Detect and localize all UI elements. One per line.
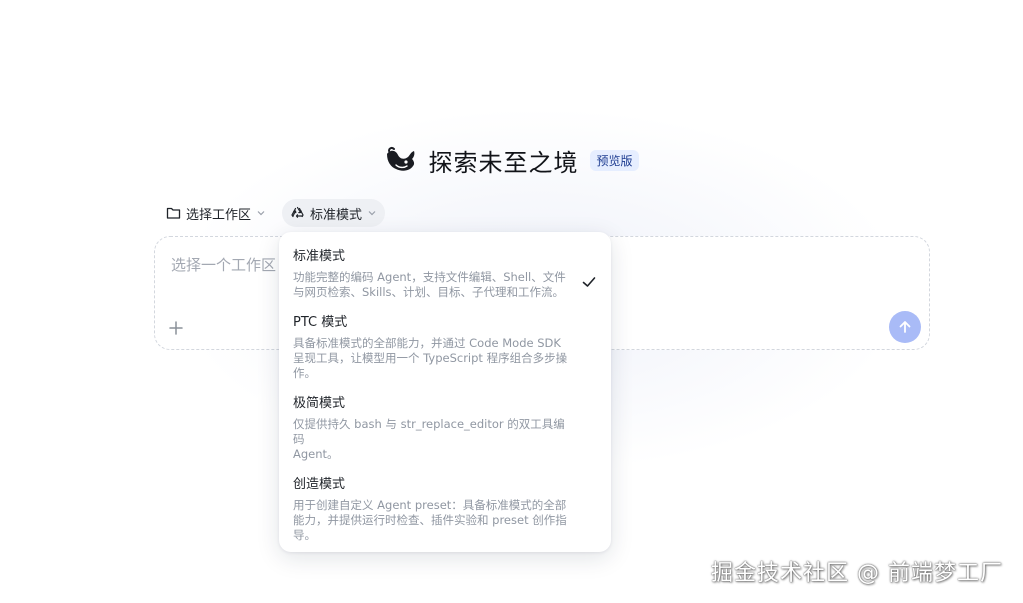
chevron-down-icon: [368, 211, 376, 216]
mode-option-name: PTC 模式: [293, 315, 348, 330]
desc-line: 呈现工具，让模型用一个 TypeScript 程序组合多步操: [293, 351, 568, 365]
mode-option-minimal[interactable]: 极简模式 仅提供持久 bash 与 str_replace_editor 的双工…: [279, 391, 611, 472]
desc-line: 作。: [293, 366, 316, 380]
mode-option-create[interactable]: 创造模式 用于创建自定义 Agent preset：具备标准模式的全部 能力，并…: [279, 472, 611, 553]
mode-option-ptc[interactable]: PTC 模式 具备标准模式的全部能力，并通过 Code Mode SDK 呈现工…: [279, 310, 611, 391]
send-button[interactable]: [889, 311, 921, 343]
preview-badge: 预览版: [590, 149, 639, 171]
folder-icon: [166, 207, 181, 219]
mode-option-name: 创造模式: [293, 477, 346, 492]
desc-line: 用于创建自定义 Agent preset：具备标准模式的全部: [293, 498, 567, 512]
desc-line: 具备标准模式的全部能力，并通过 Code Mode SDK: [293, 336, 561, 350]
hero-header: 探索未至之境 预览版: [0, 140, 1023, 180]
mode-option-desc: 用于创建自定义 Agent preset：具备标准模式的全部 能力，并提供运行时…: [293, 498, 571, 543]
mode-option-name: 标准模式: [293, 249, 346, 264]
mode-option-desc: 功能完整的编码 Agent，支持文件编辑、Shell、文件 与网页检索、Skil…: [293, 270, 571, 300]
app-page: 探索未至之境 预览版 选择工作区 标准模式 选择一个工作区 标准模式 功能完整的…: [0, 0, 1023, 603]
desc-line: 功能完整的编码 Agent，支持文件编辑、Shell、文件: [293, 270, 566, 284]
mode-dropdown-menu: 标准模式 功能完整的编码 Agent，支持文件编辑、Shell、文件 与网页检索…: [279, 232, 611, 552]
desc-line: 仅提供持久 bash 与 str_replace_editor 的双工具编码: [293, 417, 565, 446]
workspace-label: 选择工作区: [186, 207, 252, 223]
desc-line: 与网页检索、Skills、计划、目标、子代理和工作流。: [293, 285, 565, 299]
page-title: 探索未至之境: [428, 148, 579, 177]
watermark: 掘金技术社区 @ 前端梦工厂: [711, 561, 1003, 586]
chevron-down-icon: [257, 211, 265, 216]
select-workspace-button[interactable]: 选择工作区: [158, 199, 274, 227]
desc-line: 能力，并提供运行时检查、插件实验和 preset 创作指: [293, 513, 567, 527]
mode-label: 标准模式: [310, 207, 363, 223]
mode-option-desc: 具备标准模式的全部能力，并通过 Code Mode SDK 呈现工具，让模型用一…: [293, 336, 571, 381]
desc-line: Agent。: [293, 447, 339, 461]
arrow-up-icon: [899, 321, 911, 333]
plus-icon[interactable]: [167, 319, 185, 337]
mode-option-standard[interactable]: 标准模式 功能完整的编码 Agent，支持文件编辑、Shell、文件 与网页检索…: [279, 244, 611, 310]
desc-line: 导。: [293, 528, 316, 542]
recycle-mode-icon: [291, 206, 304, 218]
mode-option-name: 极简模式: [293, 396, 346, 411]
checkmark-icon: [582, 277, 596, 287]
mode-select-button[interactable]: 标准模式: [282, 199, 386, 227]
mode-option-desc: 仅提供持久 bash 与 str_replace_editor 的双工具编码 A…: [293, 417, 571, 462]
composer-toolbar: 选择工作区 标准模式: [158, 199, 386, 227]
whale-logo-icon: [387, 146, 415, 171]
